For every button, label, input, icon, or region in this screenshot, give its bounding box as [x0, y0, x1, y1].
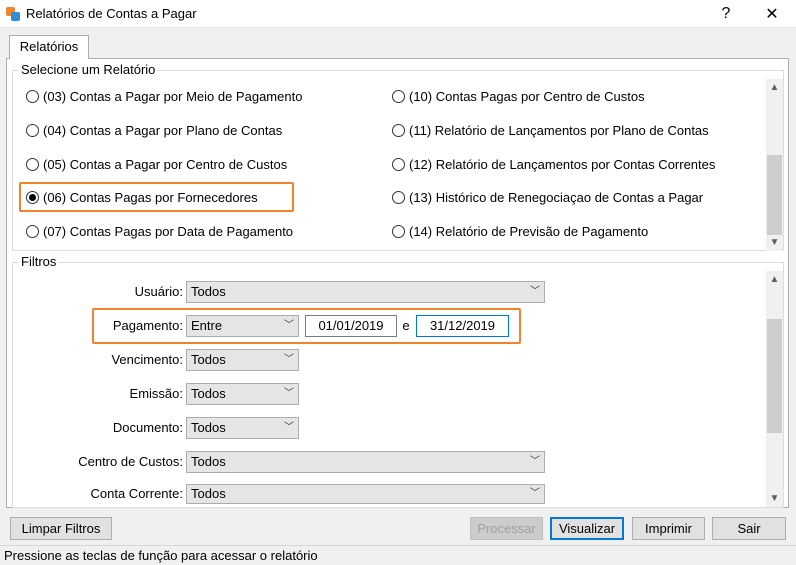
- chevron-down-icon: ﹀: [284, 320, 294, 331]
- report-scrollbar[interactable]: ▲ ▼: [766, 79, 783, 251]
- conta-corrente-select[interactable]: Todos ﹀: [186, 484, 545, 504]
- conta-corrente-label: Conta Corrente:: [90, 486, 184, 501]
- usuario-label: Usuário:: [134, 284, 183, 299]
- emissao-label: Emissão:: [129, 386, 183, 401]
- radio-report-11[interactable]: (11) Relatório de Lançamentos por Plano …: [392, 120, 709, 140]
- radio-indicator[interactable]: [392, 123, 405, 137]
- radio-report-05[interactable]: (05) Contas a Pagar por Centro de Custos: [26, 154, 287, 174]
- status-bar: Pressione as teclas de função para acess…: [0, 545, 796, 565]
- usuario-value: Todos: [191, 284, 226, 299]
- radio-label: (06) Contas Pagas por Fornecedores: [43, 189, 258, 205]
- radio-indicator[interactable]: [392, 89, 405, 103]
- report-group: Selecione um Relatório (03) Contas a Pag…: [12, 62, 784, 251]
- radio-indicator[interactable]: [392, 157, 405, 171]
- emissao-select[interactable]: Todos ﹀: [186, 383, 299, 405]
- radio-indicator[interactable]: [26, 123, 39, 137]
- processar-button[interactable]: Processar: [470, 517, 543, 540]
- pagamento-label: Pagamento:: [112, 318, 183, 333]
- close-button[interactable]: ✕: [752, 0, 792, 28]
- window-title: Relatórios de Contas a Pagar: [26, 6, 197, 21]
- scroll-thumb[interactable]: [767, 155, 782, 235]
- tab-panel: Selecione um Relatório (03) Contas a Pag…: [6, 58, 789, 508]
- tab-relatorios[interactable]: Relatórios: [9, 35, 89, 59]
- radio-report-04[interactable]: (04) Contas a Pagar por Plano de Contas: [26, 120, 282, 140]
- radio-report-07[interactable]: (07) Contas Pagas por Data de Pagamento: [26, 221, 293, 241]
- app-icon: [6, 7, 20, 21]
- scroll-up-icon[interactable]: ▲: [766, 271, 783, 288]
- filters-scrollbar[interactable]: ▲ ▼: [766, 271, 783, 507]
- radio-report-10[interactable]: (10) Contas Pagas por Centro de Custos: [392, 86, 645, 106]
- radio-label: (03) Contas a Pagar por Meio de Pagament…: [43, 88, 303, 104]
- radio-indicator[interactable]: [26, 224, 39, 238]
- pagamento-from-input[interactable]: 01/01/2019: [305, 315, 397, 337]
- pagamento-select[interactable]: Entre ﹀: [186, 315, 299, 337]
- centro-custos-select[interactable]: Todos ﹀: [186, 451, 545, 473]
- radio-indicator[interactable]: [392, 190, 405, 204]
- radio-label: (04) Contas a Pagar por Plano de Contas: [43, 122, 283, 138]
- chevron-down-icon: ﹀: [530, 286, 540, 297]
- filters-group: Filtros Usuário: Todos ﹀ Pagamento: Entr…: [12, 254, 784, 508]
- limpar-filtros-button[interactable]: Limpar Filtros: [10, 517, 112, 540]
- imprimir-button[interactable]: Imprimir: [632, 517, 705, 540]
- filters-group-legend: Filtros: [19, 254, 59, 269]
- scroll-down-icon[interactable]: ▼: [766, 234, 783, 251]
- chevron-down-icon: ﹀: [530, 456, 540, 467]
- vencimento-select[interactable]: Todos ﹀: [186, 349, 299, 371]
- radio-label: (12) Relatório de Lançamentos por Contas…: [409, 156, 716, 172]
- radio-label: (07) Contas Pagas por Data de Pagamento: [43, 223, 294, 239]
- pagamento-sep: e: [402, 318, 410, 333]
- radio-label: (13) Histórico de Renegociaçao de Contas…: [409, 189, 704, 205]
- radio-report-12[interactable]: (12) Relatório de Lançamentos por Contas…: [392, 154, 715, 174]
- radio-label: (10) Contas Pagas por Centro de Custos: [409, 88, 645, 104]
- radio-indicator-selected[interactable]: [26, 190, 39, 204]
- centro-custos-label: Centro de Custos:: [78, 454, 183, 469]
- chevron-down-icon: ﹀: [284, 354, 294, 365]
- scroll-down-icon[interactable]: ▼: [766, 490, 783, 507]
- report-group-legend: Selecione um Relatório: [19, 62, 158, 77]
- visualizar-button[interactable]: Visualizar: [550, 517, 624, 540]
- usuario-select[interactable]: Todos ﹀: [186, 281, 545, 303]
- radio-indicator[interactable]: [26, 157, 39, 171]
- conta-corrente-value: Todos: [191, 486, 226, 501]
- sair-button[interactable]: Sair: [712, 517, 786, 540]
- radio-indicator[interactable]: [26, 89, 39, 103]
- title-bar: Relatórios de Contas a Pagar ? ✕: [0, 0, 796, 28]
- scroll-up-icon[interactable]: ▲: [766, 79, 783, 96]
- scroll-thumb[interactable]: [767, 319, 782, 433]
- radio-indicator[interactable]: [392, 224, 405, 238]
- radio-label: (11) Relatório de Lançamentos por Plano …: [409, 122, 709, 138]
- help-button[interactable]: ?: [706, 0, 746, 28]
- radio-label: (14) Relatório de Previsão de Pagamento: [409, 223, 649, 239]
- pagamento-value: Entre: [191, 318, 223, 333]
- centro-custos-value: Todos: [191, 454, 226, 469]
- radio-report-03[interactable]: (03) Contas a Pagar por Meio de Pagament…: [26, 86, 302, 106]
- radio-report-14[interactable]: (14) Relatório de Previsão de Pagamento: [392, 221, 648, 241]
- documento-value: Todos: [191, 420, 226, 435]
- pagamento-to-input[interactable]: 31/12/2019: [416, 315, 509, 337]
- chevron-down-icon: ﹀: [284, 422, 294, 433]
- radio-report-13[interactable]: (13) Histórico de Renegociaçao de Contas…: [392, 187, 703, 207]
- documento-select[interactable]: Todos ﹀: [186, 417, 299, 439]
- radio-label: (05) Contas a Pagar por Centro de Custos: [43, 156, 288, 172]
- vencimento-label: Vencimento:: [111, 352, 183, 367]
- vencimento-value: Todos: [191, 352, 226, 367]
- chevron-down-icon: ﹀: [284, 388, 294, 399]
- emissao-value: Todos: [191, 386, 226, 401]
- documento-label: Documento:: [112, 420, 183, 435]
- chevron-down-icon: ﹀: [530, 488, 540, 499]
- radio-report-06[interactable]: (06) Contas Pagas por Fornecedores: [26, 187, 258, 207]
